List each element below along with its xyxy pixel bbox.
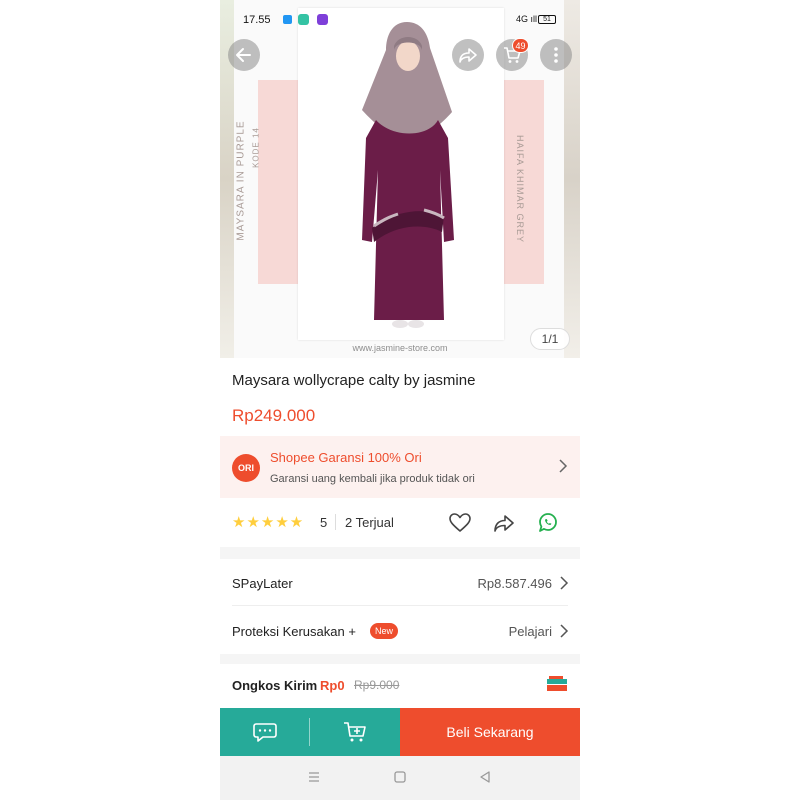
product-price: Rp249.000 — [232, 406, 316, 425]
rating-stars: ★★★★★ — [232, 514, 305, 531]
more-icon — [554, 47, 558, 63]
shipping-row[interactable]: Ongkos Kirim Rp0 Rp9.000 — [220, 664, 580, 708]
share-icon — [459, 48, 477, 63]
new-badge: New — [370, 623, 399, 639]
protection-label: Proteksi Kerusakan + — [232, 624, 356, 639]
more-options-button[interactable] — [540, 39, 572, 71]
cart-count-badge: 49 — [512, 38, 529, 53]
add-to-cart-icon — [344, 722, 366, 742]
left-label: MAYSARA IN PURPLE — [235, 120, 247, 241]
chat-icon — [253, 723, 277, 742]
product-image[interactable]: MAYSARA IN PURPLE KODE 14 HAIFA KHIMAR G… — [220, 0, 580, 358]
product-title: Maysara wollycrape calty by jasmine — [232, 372, 476, 389]
chevron-right-icon — [560, 624, 569, 638]
left-label-panel — [258, 80, 298, 284]
protection-row[interactable]: Proteksi Kerusakan + New Pelajari — [220, 608, 580, 654]
paylater-row[interactable]: SPayLater Rp8.587.496 — [220, 560, 580, 606]
right-label: HAIFA KHIMAR GREY — [515, 134, 525, 244]
back-icon — [236, 48, 251, 62]
rating-row: ★★★★★ 5 2 Terjual — [220, 500, 580, 546]
status-bar: 17.55 4G ıll 51 — [220, 10, 580, 30]
share-icon[interactable] — [492, 511, 516, 535]
divider — [335, 514, 336, 530]
sold-count: 2 Terjual — [345, 515, 394, 530]
product-page: MAYSARA IN PURPLE KODE 14 HAIFA KHIMAR G… — [220, 0, 580, 800]
menu-icon[interactable] — [307, 770, 321, 784]
share-button[interactable] — [452, 39, 484, 71]
shipping-free-price: Rp0 — [320, 678, 345, 693]
notification-app-icon — [298, 14, 309, 25]
system-navigation-bar — [220, 756, 580, 800]
section-divider — [220, 547, 580, 559]
bottom-action-bar: Beli Sekarang — [220, 708, 580, 756]
shipping-label: Ongkos Kirim — [232, 678, 318, 693]
paylater-label: SPayLater — [232, 576, 293, 591]
status-time: 17.55 — [243, 14, 271, 26]
notification-app-icon — [317, 14, 328, 25]
rating-value: 5 — [320, 515, 328, 530]
paylater-value: Rp8.587.496 — [477, 576, 552, 591]
chevron-right-icon — [559, 459, 568, 473]
free-shipping-logo-icon — [547, 676, 567, 691]
heart-icon[interactable] — [448, 511, 472, 535]
add-to-cart-button[interactable] — [310, 708, 400, 756]
chat-button[interactable] — [220, 708, 310, 756]
nav-back-icon[interactable] — [478, 770, 492, 784]
guarantee-subtitle: Garansi uang kembali jika produk tidak o… — [270, 473, 475, 485]
ori-badge-icon: ORI — [232, 454, 260, 482]
signal-icon: 4G ıll — [516, 14, 538, 24]
battery-icon: 51 — [538, 15, 556, 24]
shipping-original-price: Rp9.000 — [354, 678, 400, 692]
chevron-right-icon — [560, 576, 569, 590]
section-divider — [220, 654, 580, 664]
buy-now-button[interactable]: Beli Sekarang — [400, 708, 580, 756]
left-sublabel: KODE 14 — [251, 127, 261, 168]
guarantee-banner[interactable]: ORI Shopee Garansi 100% Ori Garansi uang… — [220, 436, 580, 498]
back-button[interactable] — [228, 39, 260, 71]
notification-app-icon — [283, 15, 292, 24]
home-icon[interactable] — [393, 770, 407, 784]
website-caption: www.jasmine-store.com — [352, 343, 448, 353]
whatsapp-icon[interactable] — [536, 511, 560, 535]
image-counter: 1/1 — [530, 328, 570, 350]
protection-action: Pelajari — [508, 624, 552, 639]
guarantee-title: Shopee Garansi 100% Ori — [270, 450, 422, 465]
model-figure — [362, 22, 454, 328]
